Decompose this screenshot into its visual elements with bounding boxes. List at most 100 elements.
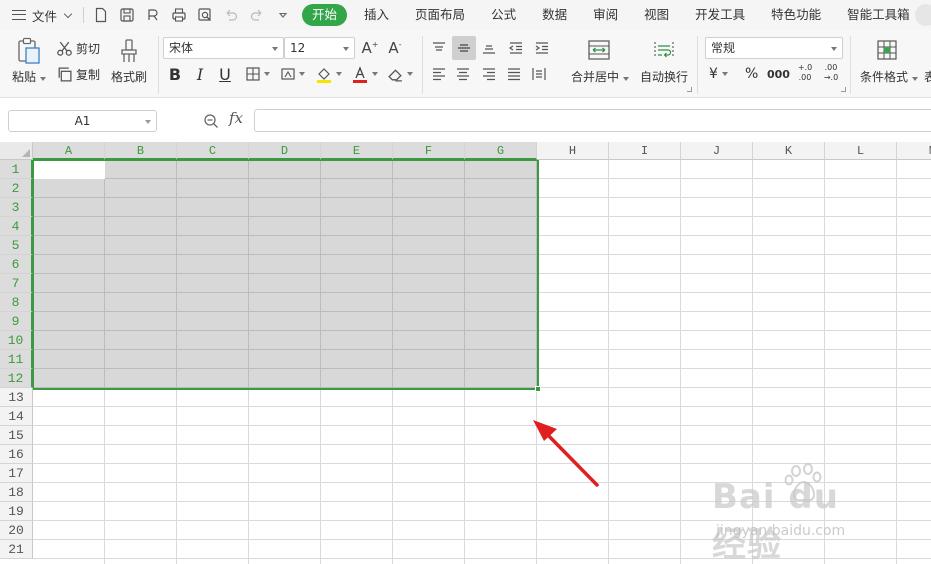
column-header-g[interactable]: G <box>465 142 537 160</box>
font-color-button[interactable] <box>349 64 379 84</box>
number-format-select[interactable]: 常规 <box>705 37 843 59</box>
file-menu[interactable]: 文件 <box>0 0 79 30</box>
align-center-button[interactable] <box>452 64 474 84</box>
row-header-19[interactable]: 19 <box>0 502 33 521</box>
format-painter-label[interactable]: 格式刷 <box>111 68 147 85</box>
row-header-4[interactable]: 4 <box>0 217 33 236</box>
font-size-select[interactable]: 12 <box>284 37 355 59</box>
alignment-dialog-launcher[interactable] <box>687 87 692 92</box>
conditional-format-button[interactable] <box>874 37 900 63</box>
cut-button[interactable]: 剪切 <box>56 40 100 57</box>
zoom-formula-button[interactable] <box>203 113 219 133</box>
wrap-text-label[interactable]: 自动换行 <box>640 68 688 85</box>
thousands-separator-button[interactable]: 000 <box>767 68 790 81</box>
column-header-a[interactable]: A <box>33 142 105 160</box>
decrease-indent-button[interactable] <box>505 38 527 58</box>
merge-center-button[interactable] <box>585 37 613 63</box>
row-header-10[interactable]: 10 <box>0 331 33 350</box>
row-header-1[interactable]: 1 <box>0 160 33 179</box>
distributed-align-button[interactable] <box>528 64 550 84</box>
tab-page-layout[interactable]: 页面布局 <box>402 4 478 26</box>
row-header-2[interactable]: 2 <box>0 179 33 198</box>
customize-toolbar-button[interactable] <box>270 4 296 26</box>
underline-button[interactable]: U <box>215 64 235 84</box>
row-header-9[interactable]: 9 <box>0 312 33 331</box>
new-file-button[interactable] <box>88 4 114 26</box>
tab-smart-toolbox[interactable]: 智能工具箱 <box>834 4 923 26</box>
export-button[interactable] <box>140 4 166 26</box>
search-icon[interactable] <box>915 4 931 26</box>
align-top-button[interactable] <box>428 38 450 58</box>
row-header-12[interactable]: 12 <box>0 369 33 388</box>
font-name-select[interactable]: 宋体 <box>163 37 284 59</box>
increase-indent-button[interactable] <box>531 38 553 58</box>
column-header-k[interactable]: K <box>753 142 825 160</box>
italic-button[interactable]: I <box>190 64 210 84</box>
paste-button[interactable] <box>14 36 44 66</box>
row-header-14[interactable]: 14 <box>0 407 33 426</box>
print-button[interactable] <box>166 4 192 26</box>
column-header-l[interactable]: L <box>825 142 897 160</box>
table-style-label-truncated[interactable]: 表 <box>924 68 931 85</box>
borders-button[interactable] <box>242 64 272 84</box>
column-header-i[interactable]: I <box>609 142 681 160</box>
row-header-3[interactable]: 3 <box>0 198 33 217</box>
undo-button[interactable] <box>218 4 244 26</box>
fill-color-button[interactable] <box>313 64 343 84</box>
bold-button[interactable]: B <box>165 64 185 84</box>
paste-label[interactable]: 粘贴 <box>12 68 46 85</box>
increase-font-button[interactable]: A+ <box>360 38 380 58</box>
row-header-18[interactable]: 18 <box>0 483 33 502</box>
clear-button[interactable] <box>385 64 415 84</box>
row-header-8[interactable]: 8 <box>0 293 33 312</box>
wrap-text-button[interactable] <box>650 37 678 63</box>
tab-insert[interactable]: 插入 <box>351 4 402 26</box>
column-header-m[interactable]: M <box>897 142 931 160</box>
row-header-5[interactable]: 5 <box>0 236 33 255</box>
row-header-16[interactable]: 16 <box>0 445 33 464</box>
column-header-h[interactable]: H <box>537 142 609 160</box>
redo-button[interactable] <box>244 4 270 26</box>
merge-center-label[interactable]: 合并居中 <box>571 68 629 85</box>
increase-decimal-button[interactable]: +.0 .00 <box>794 63 816 83</box>
format-painter-button[interactable] <box>115 36 143 66</box>
tab-view[interactable]: 视图 <box>631 4 682 26</box>
column-header-f[interactable]: F <box>393 142 465 160</box>
tab-developer[interactable]: 开发工具 <box>682 4 758 26</box>
conditional-format-label[interactable]: 条件格式 <box>860 68 918 85</box>
column-header-d[interactable]: D <box>249 142 321 160</box>
column-header-e[interactable]: E <box>321 142 393 160</box>
tab-formulas[interactable]: 公式 <box>478 4 529 26</box>
tab-special-features[interactable]: 特色功能 <box>758 4 834 26</box>
justify-button[interactable] <box>503 64 525 84</box>
insert-function-button[interactable]: fx <box>229 109 243 127</box>
print-preview-button[interactable] <box>192 4 218 26</box>
formula-input[interactable] <box>254 109 931 132</box>
align-bottom-button[interactable] <box>478 38 500 58</box>
tab-data[interactable]: 数据 <box>529 4 580 26</box>
tab-review[interactable]: 审阅 <box>580 4 631 26</box>
fill-pattern-button[interactable] <box>277 64 307 84</box>
copy-button[interactable]: 复制 <box>56 66 100 83</box>
tab-home[interactable]: 开始 <box>302 4 348 26</box>
number-dialog-launcher[interactable] <box>841 87 846 92</box>
align-right-button[interactable] <box>478 64 500 84</box>
select-all-corner[interactable] <box>0 142 33 160</box>
column-header-c[interactable]: C <box>177 142 249 160</box>
column-header-b[interactable]: B <box>105 142 177 160</box>
column-header-j[interactable]: J <box>681 142 753 160</box>
fill-handle[interactable] <box>535 386 541 392</box>
decrease-font-button[interactable]: A- <box>385 38 405 58</box>
row-header-15[interactable]: 15 <box>0 426 33 445</box>
currency-button[interactable]: ¥ <box>709 66 728 82</box>
row-header-20[interactable]: 20 <box>0 521 33 540</box>
align-middle-button[interactable] <box>452 36 476 60</box>
save-button[interactable] <box>114 4 140 26</box>
row-header-7[interactable]: 7 <box>0 274 33 293</box>
row-header-11[interactable]: 11 <box>0 350 33 369</box>
percent-button[interactable]: % <box>745 66 758 82</box>
name-box[interactable]: A1 <box>8 110 157 132</box>
align-left-button[interactable] <box>428 64 450 84</box>
row-header-21[interactable]: 21 <box>0 540 33 559</box>
row-header-13[interactable]: 13 <box>0 388 33 407</box>
